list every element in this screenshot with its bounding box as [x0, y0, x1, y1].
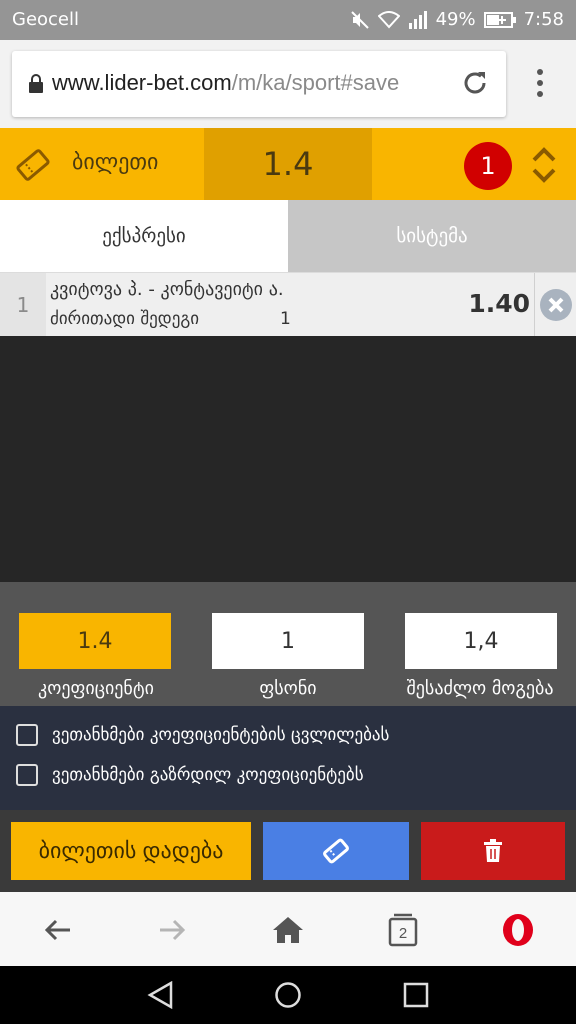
accept-odds-changes-label: ვეთანხმები კოეფიციენტების ცვლილებას [52, 725, 390, 745]
clear-ticket-button[interactable] [421, 822, 565, 880]
lock-icon [29, 74, 43, 93]
android-recents-button[interactable] [401, 980, 431, 1010]
mute-icon [350, 10, 369, 29]
total-odds-box: 1.4 [19, 613, 171, 669]
expand-collapse-icon[interactable] [530, 146, 558, 184]
accept-increased-odds-option[interactable]: ვეთანხმები გაზრდილ კოეფიციენტებს [16, 764, 364, 786]
overflow-menu-icon[interactable] [530, 68, 550, 98]
home-button[interactable] [268, 910, 308, 950]
bet-odds: 1.40 [468, 289, 530, 318]
trash-icon [484, 839, 502, 862]
accept-increased-odds-checkbox[interactable] [16, 764, 38, 786]
circle-home-icon [275, 982, 301, 1008]
remove-selection-icon[interactable] [540, 289, 572, 321]
place-bet-button[interactable]: ბილეთის დადება [11, 822, 251, 880]
android-nav-bar [0, 966, 576, 1024]
arrow-right-icon [160, 919, 186, 941]
ticket-total-odds: 1.4 [204, 128, 372, 200]
browser-bottom-nav: 2 [0, 892, 576, 966]
bet-match-name: კვიტოვა პ. - კონტავეიტი ა. [50, 279, 284, 300]
bet-market-name: ძირითადი შედეგი [50, 309, 200, 329]
tab-express[interactable]: ექსპრესი [0, 200, 288, 272]
ticket-summary: 1.4 1 1,4 კოეფიციენტი ფსონი შესაძლო მოგე… [0, 582, 576, 706]
status-bar: Geocell 49% 7:58 [0, 0, 576, 40]
opera-logo-icon [503, 914, 533, 946]
back-button[interactable] [38, 910, 78, 950]
bet-selection-row: 1 კვიტოვა პ. - კონტავეიტი ა. ძირითადი შე… [0, 272, 576, 337]
accept-odds-changes-option[interactable]: ვეთანხმები კოეფიციენტების ცვლილებას [16, 724, 389, 746]
url-text[interactable]: www.lider-bet.com/m/ka/sport#save [52, 70, 456, 96]
address-bar[interactable]: www.lider-bet.com/m/ka/sport#save [12, 51, 506, 117]
possible-win-label: შესაძლო მოგება [406, 678, 554, 699]
opera-menu-button[interactable] [498, 910, 538, 950]
ticket-title: ბილეთი [72, 150, 159, 175]
square-recents-icon [403, 982, 429, 1008]
home-icon [273, 917, 303, 943]
ticket-icon [323, 838, 349, 864]
reload-icon[interactable] [460, 68, 490, 98]
status-icons: 49% 7:58 [350, 9, 564, 30]
bet-index: 1 [0, 273, 46, 337]
stake-label: ფსონი [259, 678, 317, 699]
accept-increased-odds-label: ვეთანხმები გაზრდილ კოეფიციენტებს [52, 765, 364, 785]
battery-icon [483, 11, 516, 28]
triangle-back-icon [147, 981, 173, 1009]
arrow-left-icon [44, 919, 70, 941]
bet-type-tabs: ექსპრესი სისტემა [0, 200, 576, 272]
clock: 7:58 [523, 9, 564, 30]
tabs-button[interactable]: 2 [383, 910, 423, 950]
tab-system[interactable]: სისტემა [288, 200, 576, 272]
url-path: /m/ka/sport#save [231, 70, 400, 95]
android-home-button[interactable] [273, 980, 303, 1010]
battery-percent: 49% [435, 9, 476, 30]
possible-win-box: 1,4 [405, 613, 557, 669]
divider [534, 273, 535, 337]
url-host: www.lider-bet.com [52, 70, 232, 95]
bet-outcome: 1 [280, 309, 291, 329]
signal-icon [408, 10, 427, 29]
accept-odds-changes-checkbox[interactable] [16, 724, 38, 746]
forward-button[interactable] [152, 910, 192, 950]
carrier-name: Geocell [12, 9, 80, 30]
ticket-button[interactable] [263, 822, 409, 880]
stake-input[interactable]: 1 [212, 613, 364, 669]
ticket-header[interactable]: ბილეთი 1.4 1 [0, 128, 576, 200]
empty-area [0, 336, 576, 582]
ticket-actions: ბილეთის დადება [0, 810, 576, 892]
odds-label: კოეფიციენტი [38, 678, 154, 699]
tabs-count: 2 [398, 924, 408, 942]
ticket-count-badge: 1 [464, 142, 512, 190]
android-back-button[interactable] [145, 980, 175, 1010]
ticket-icon [16, 149, 50, 181]
browser-toolbar: www.lider-bet.com/m/ka/sport#save [0, 40, 576, 128]
odds-options: ვეთანხმები კოეფიციენტების ცვლილებას ვეთა… [0, 706, 576, 810]
wifi-icon [377, 10, 400, 28]
